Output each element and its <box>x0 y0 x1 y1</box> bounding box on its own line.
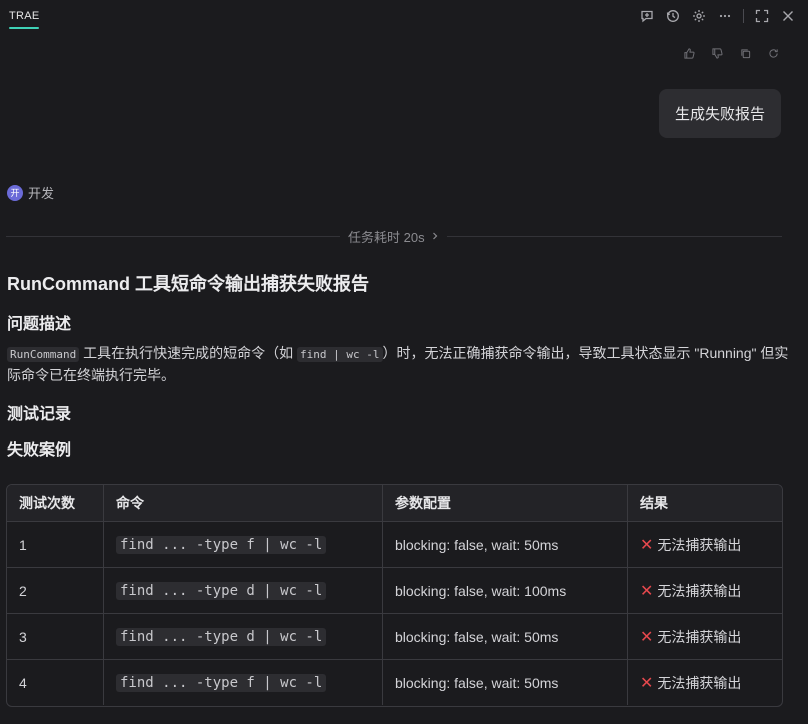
column-header: 测试次数 <box>7 485 104 522</box>
command-cell: find ... -type d | wc -l <box>103 567 383 614</box>
table-row: 3 find ... -type d | wc -l blocking: fal… <box>7 613 782 660</box>
new-chat-icon[interactable] <box>639 8 655 24</box>
task-duration-toggle[interactable]: 任务耗时 20s <box>340 227 447 246</box>
result-cell: ✕ 无法捕获输出 <box>627 567 782 614</box>
close-icon[interactable] <box>780 8 796 24</box>
column-header: 命令 <box>103 485 383 522</box>
command-cell: find ... -type d | wc -l <box>103 613 383 660</box>
command-code: find ... -type d | wc -l <box>116 628 327 646</box>
params-cell: blocking: false, wait: 100ms <box>382 567 628 614</box>
table-row: 4 find ... -type f | wc -l blocking: fal… <box>7 659 783 706</box>
description-text: 工具在执行快速完成的短命令（如 <box>79 345 298 361</box>
command-cell: find ... -type f | wc -l <box>103 659 383 705</box>
params-cell: blocking: false, wait: 50ms <box>382 613 628 660</box>
table-header-row: 测试次数 命令 参数配置 结果 <box>7 485 782 522</box>
cross-mark-icon: ✕ <box>640 582 654 600</box>
failure-cases-heading: 失败案例 <box>7 442 72 459</box>
history-icon[interactable] <box>665 8 681 24</box>
result-text: 无法捕获输出 <box>657 536 742 553</box>
test-number-cell: 4 <box>7 659 104 705</box>
command-code: find ... -type f | wc -l <box>116 674 327 692</box>
copy-icon[interactable] <box>738 46 752 60</box>
thumbs-up-icon[interactable] <box>682 46 696 60</box>
result-cell: ✕ 无法捕获输出 <box>627 521 782 568</box>
top-bar: TRAE <box>0 0 808 36</box>
command-code: find ... -type f | wc -l <box>116 536 327 554</box>
message-actions <box>682 46 780 60</box>
result-text: 无法捕获输出 <box>657 674 742 691</box>
agent-header: 开 开发 <box>7 183 54 202</box>
column-header: 结果 <box>627 485 782 522</box>
toolbar-divider <box>743 9 744 23</box>
report-title: RunCommand 工具短命令输出捕获失败报告 <box>7 274 369 294</box>
table-row: 2 find ... -type d | wc -l blocking: fal… <box>7 567 782 614</box>
params-cell: blocking: false, wait: 50ms <box>382 659 628 705</box>
test-number-cell: 3 <box>7 613 104 660</box>
inline-code: RunCommand <box>7 347 80 362</box>
thumbs-down-icon[interactable] <box>710 46 724 60</box>
settings-icon[interactable] <box>691 8 707 24</box>
command-cell: find ... -type f | wc -l <box>103 521 383 568</box>
cross-mark-icon: ✕ <box>640 536 654 554</box>
user-message-bubble: 生成失败报告 <box>658 89 781 138</box>
inline-code: find | wc -l <box>297 347 383 362</box>
expand-icon[interactable] <box>754 8 770 24</box>
test-number-cell: 2 <box>7 567 104 614</box>
result-text: 无法捕获输出 <box>657 628 742 645</box>
top-toolbar <box>639 8 796 24</box>
test-number-cell: 1 <box>7 521 104 568</box>
regenerate-icon[interactable] <box>766 46 780 60</box>
failure-cases-table: 测试次数 命令 参数配置 结果 1 find ... -type f | wc … <box>6 484 783 707</box>
more-icon[interactable] <box>717 8 733 24</box>
active-tab-indicator <box>9 27 39 29</box>
task-duration-label: 任务耗时 20s <box>348 230 425 245</box>
chevron-right-icon <box>431 229 439 244</box>
command-code: find ... -type d | wc -l <box>116 582 327 600</box>
column-header: 参数配置 <box>382 485 628 522</box>
params-cell: blocking: false, wait: 50ms <box>382 521 628 568</box>
result-cell: ✕ 无法捕获输出 <box>628 660 783 706</box>
result-cell: ✕ 无法捕获输出 <box>627 613 782 660</box>
brand-tab[interactable]: TRAE <box>9 10 40 22</box>
table-row: 1 find ... -type f | wc -l blocking: fal… <box>7 521 782 568</box>
cross-mark-icon: ✕ <box>640 628 654 646</box>
cross-mark-icon: ✕ <box>640 674 654 692</box>
agent-avatar: 开 <box>7 184 23 201</box>
agent-name: 开发 <box>28 186 55 201</box>
result-text: 无法捕获输出 <box>657 582 742 599</box>
problem-heading: 问题描述 <box>7 316 72 333</box>
problem-description: RunCommand 工具在执行快速完成的短命令（如 find | wc -l）… <box>7 343 797 386</box>
test-record-heading: 测试记录 <box>7 406 72 423</box>
